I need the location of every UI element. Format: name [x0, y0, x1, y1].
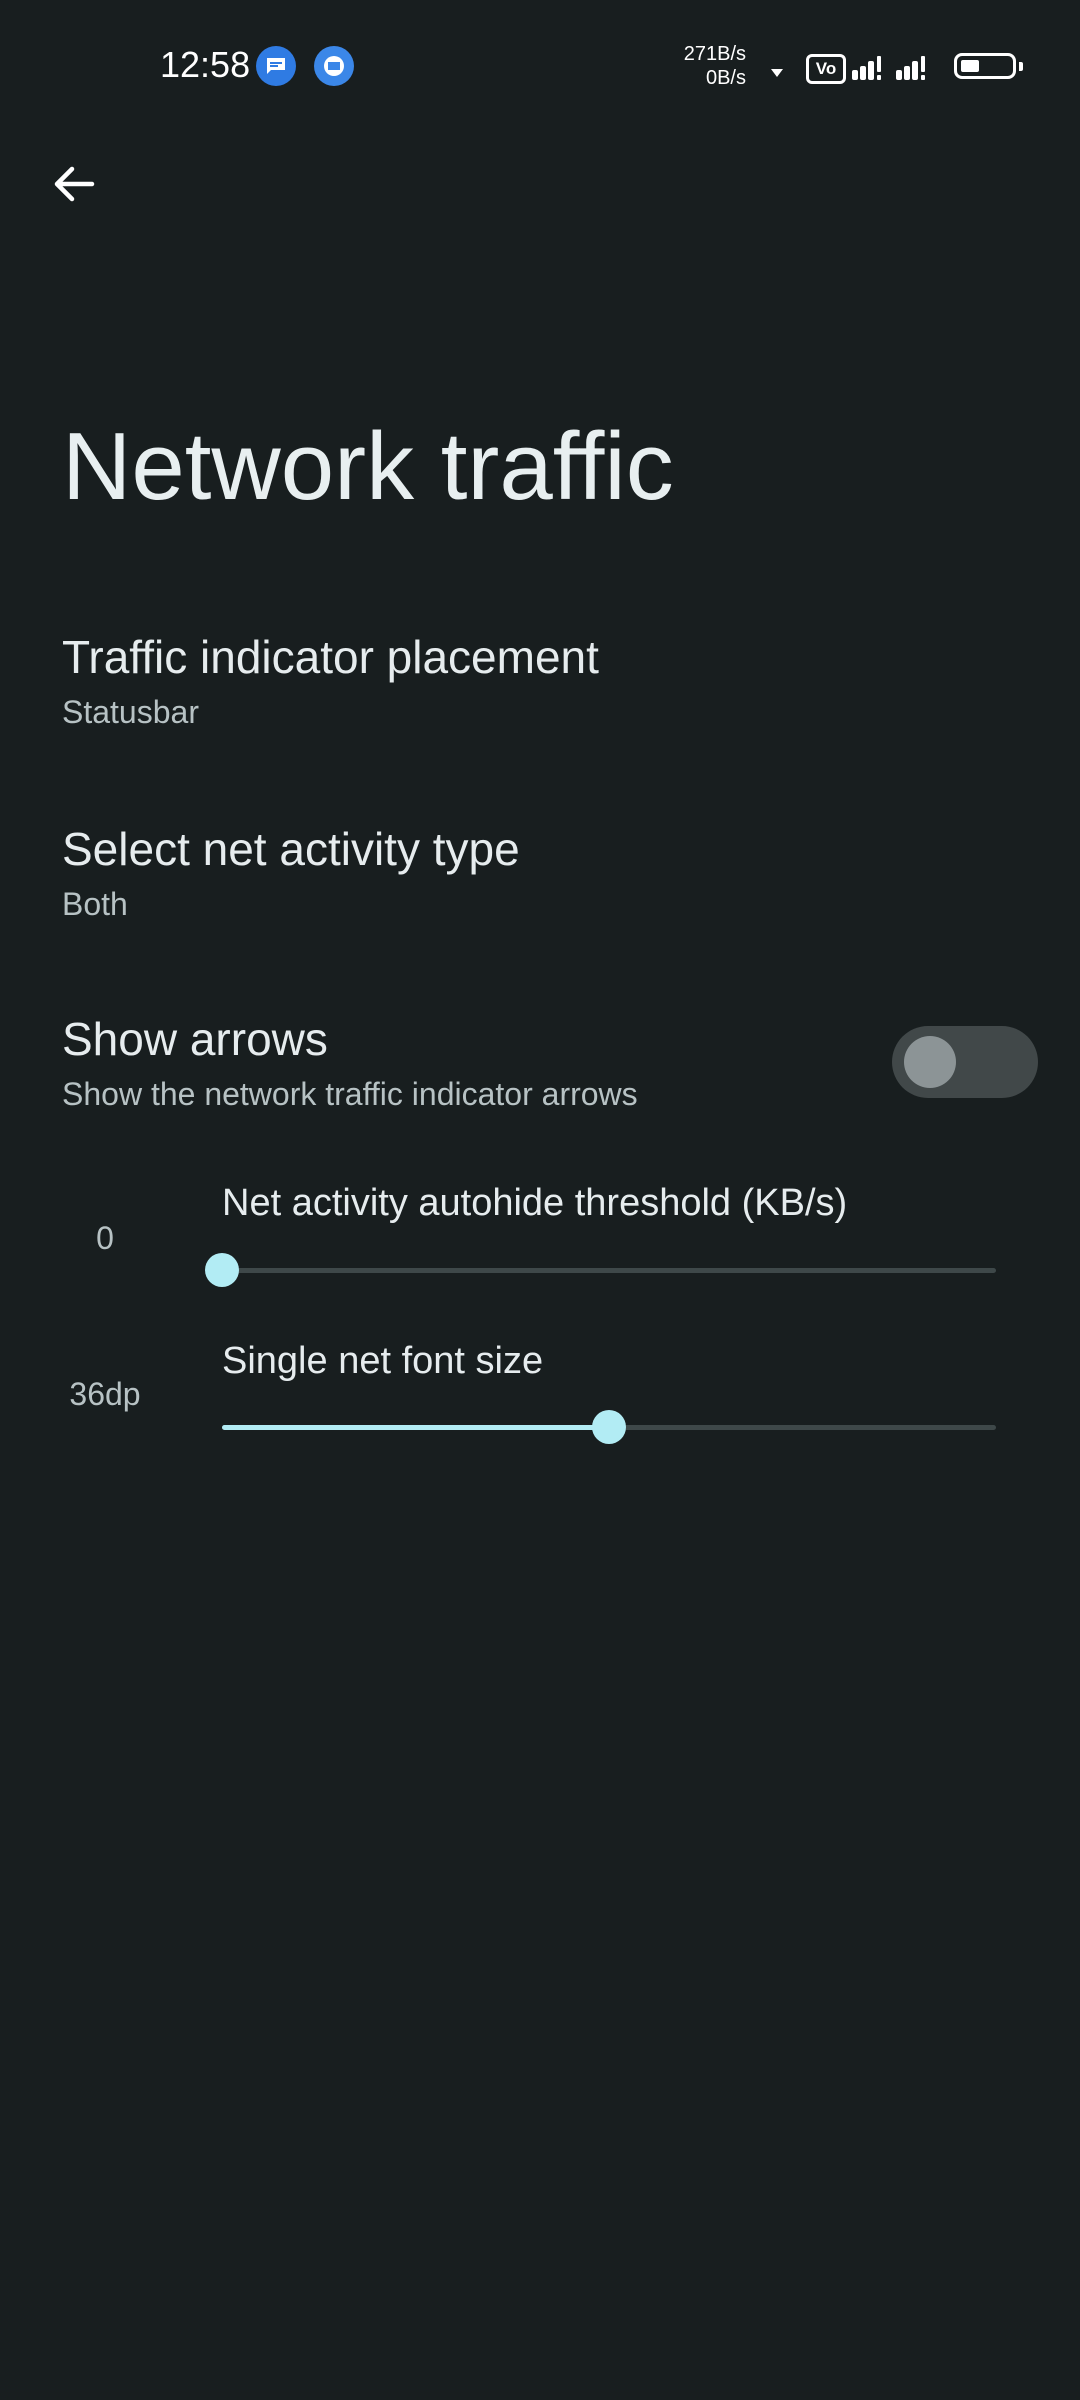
pref-title: Traffic indicator placement	[62, 631, 599, 683]
wifi-activity-icon	[771, 69, 783, 77]
page-title: Network traffic	[62, 413, 674, 520]
font-size-value: 36dp	[69, 1376, 141, 1412]
slider-fill	[222, 1425, 609, 1430]
battery-level	[961, 60, 979, 72]
pref-summary: Show the network traffic indicator arrow…	[62, 1076, 638, 1112]
pref-select-net-activity-type[interactable]: Select net activity type Both	[0, 812, 1080, 942]
autohide-threshold-slider[interactable]	[205, 1253, 996, 1287]
volte-icon: Vo	[806, 54, 846, 84]
status-time: 12:58	[160, 44, 251, 85]
toggle-thumb	[904, 1036, 956, 1088]
pref-title: Show arrows	[62, 1013, 328, 1065]
back-button[interactable]	[40, 150, 108, 218]
signal-icon-sim2	[896, 56, 925, 80]
messages-icon	[256, 46, 296, 86]
font-size-slider[interactable]	[222, 1410, 996, 1444]
show-arrows-toggle[interactable]	[892, 1026, 1038, 1098]
autohide-threshold-value: 0	[96, 1220, 114, 1256]
signal-icon	[852, 56, 881, 80]
download-speed: 0B/s	[705, 67, 746, 89]
pref-summary: Both	[62, 886, 128, 922]
font-size-title: Single net font size	[222, 1340, 544, 1382]
chat-icon	[314, 46, 354, 86]
battery-icon	[954, 53, 1023, 79]
arrow-back-icon	[54, 166, 95, 202]
slider-thumb[interactable]	[205, 1253, 239, 1287]
upload-speed: 271B/s	[683, 43, 746, 65]
network-speed: 271B/s 0B/s	[660, 42, 746, 90]
pref-traffic-indicator-placement[interactable]: Traffic indicator placement Statusbar	[0, 620, 1080, 750]
slider-thumb[interactable]	[592, 1410, 626, 1444]
pref-title: Select net activity type	[62, 823, 520, 875]
pref-summary: Statusbar	[62, 694, 199, 730]
autohide-threshold-title: Net activity autohide threshold (KB/s)	[222, 1182, 848, 1224]
status-bar: 12:58 271B/s 0B/s Vo	[0, 0, 1080, 132]
